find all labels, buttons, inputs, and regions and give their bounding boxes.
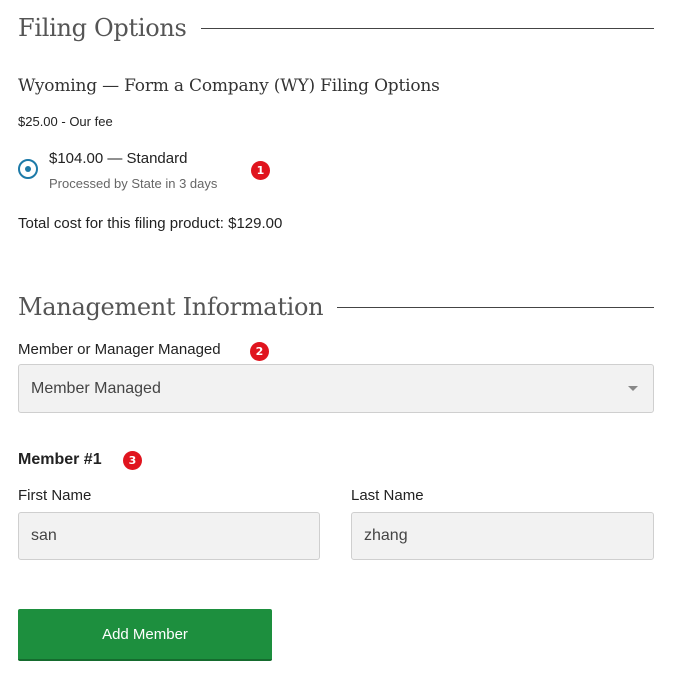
- radio-button-selected[interactable]: [18, 159, 38, 179]
- member-heading: Member #1: [18, 451, 102, 468]
- management-type-label: Member or Manager Managed: [18, 341, 221, 358]
- chevron-down-icon: [628, 386, 638, 391]
- annotation-badge-3: 3: [123, 451, 142, 470]
- last-name-input[interactable]: [351, 512, 654, 560]
- first-name-input[interactable]: [18, 512, 320, 560]
- product-title: Wyoming — Form a Company (WY) Filing Opt…: [18, 76, 440, 96]
- heading-divider: [337, 306, 654, 308]
- annotation-badge-2: 2: [250, 342, 269, 361]
- management-type-value: Member Managed: [31, 380, 161, 397]
- filing-options-heading: Filing Options: [18, 8, 654, 48]
- management-information-title: Management Information: [18, 293, 324, 321]
- our-fee-text: $25.00 - Our fee: [18, 114, 113, 129]
- option-sublabel: Processed by State in 3 days: [49, 176, 218, 191]
- total-cost-text: Total cost for this filing product: $129…: [18, 215, 283, 232]
- management-information-heading: Management Information: [18, 287, 654, 327]
- filing-option-standard[interactable]: $104.00 — Standard Processed by State in…: [18, 148, 318, 198]
- first-name-label: First Name: [18, 487, 92, 504]
- radio-dot: [25, 166, 31, 172]
- annotation-badge-1: 1: [251, 161, 270, 180]
- option-label: $104.00 — Standard: [49, 150, 188, 167]
- management-type-select[interactable]: Member Managed: [18, 364, 654, 413]
- heading-divider: [200, 27, 654, 29]
- add-member-button[interactable]: Add Member: [18, 609, 272, 661]
- filing-options-title: Filing Options: [18, 14, 187, 42]
- last-name-label: Last Name: [351, 487, 424, 504]
